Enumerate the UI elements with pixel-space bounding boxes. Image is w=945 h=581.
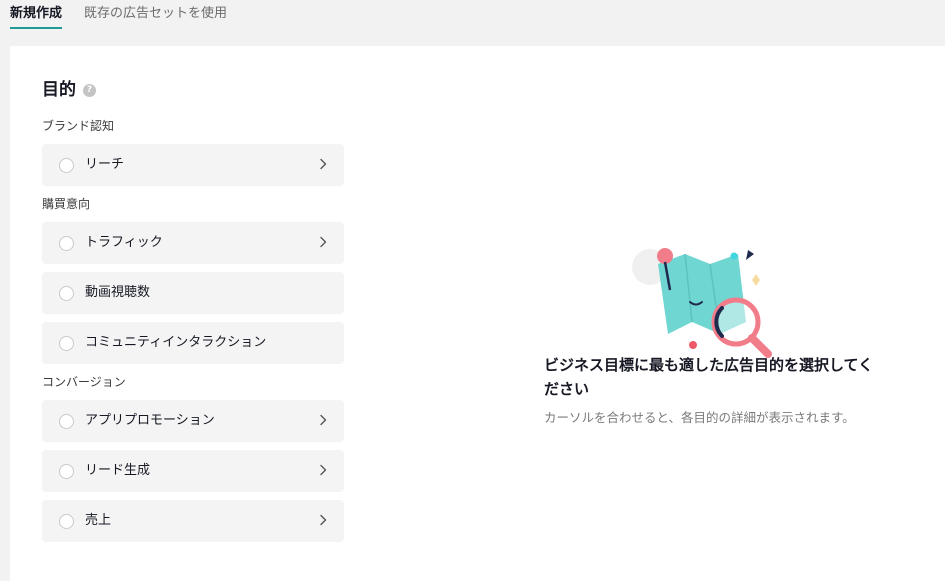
option-label: コミュニティインタラクション — [85, 335, 267, 350]
option-label: アプリプロモーション — [85, 413, 215, 428]
objective-header: 目的 ? — [42, 79, 96, 101]
chevron-right-icon — [316, 157, 330, 171]
radio-lead-generation[interactable] — [59, 463, 74, 479]
section-conversion: コンバージョン — [42, 375, 126, 389]
option-label: トラフィック — [85, 235, 163, 250]
chevron-right-icon — [316, 413, 330, 427]
option-traffic[interactable]: トラフィック — [42, 222, 344, 264]
section-consideration: 購買意向 — [42, 197, 91, 211]
option-label: リード生成 — [85, 463, 151, 478]
objective-title: 目的 — [42, 80, 76, 100]
radio-sales[interactable] — [59, 513, 74, 529]
objective-panel: 目的 ? ブランド認知 リーチ 購買意向 トラフィック 動画視聴数 コミュニティ… — [10, 46, 945, 581]
option-app-promotion[interactable]: アプリプロモーション — [42, 400, 344, 442]
option-lead-generation[interactable]: リード生成 — [42, 450, 344, 492]
chevron-right-icon — [316, 463, 330, 477]
radio-reach[interactable] — [59, 157, 74, 173]
empty-state-title: ビジネス目標に最も適した広告目的を選択してください — [544, 356, 874, 398]
tab-bar: 新規作成 既存の広告セットを使用 — [0, 0, 945, 32]
option-label: 売上 — [85, 513, 112, 528]
option-label: リーチ — [85, 157, 125, 172]
section-awareness: ブランド認知 — [42, 119, 115, 133]
empty-state-description: カーソルを合わせると、各目的の詳細が表示されます。 — [544, 410, 855, 425]
tab-new[interactable]: 新規作成 — [10, 0, 63, 32]
radio-community-interaction[interactable] — [59, 335, 74, 351]
option-reach[interactable]: リーチ — [42, 144, 344, 186]
option-community-interaction[interactable]: コミュニティインタラクション — [42, 322, 344, 364]
tab-existing-ad-set[interactable]: 既存の広告セットを使用 — [84, 0, 227, 32]
option-label: 動画視聴数 — [85, 285, 151, 300]
chevron-right-icon — [316, 235, 330, 249]
radio-video-views[interactable] — [59, 285, 74, 301]
chevron-right-icon — [316, 513, 330, 527]
radio-traffic[interactable] — [59, 235, 74, 251]
radio-app-promotion[interactable] — [59, 413, 74, 429]
help-icon[interactable]: ? — [83, 83, 96, 97]
option-sales[interactable]: 売上 — [42, 500, 344, 542]
option-video-views[interactable]: 動画視聴数 — [42, 272, 344, 314]
